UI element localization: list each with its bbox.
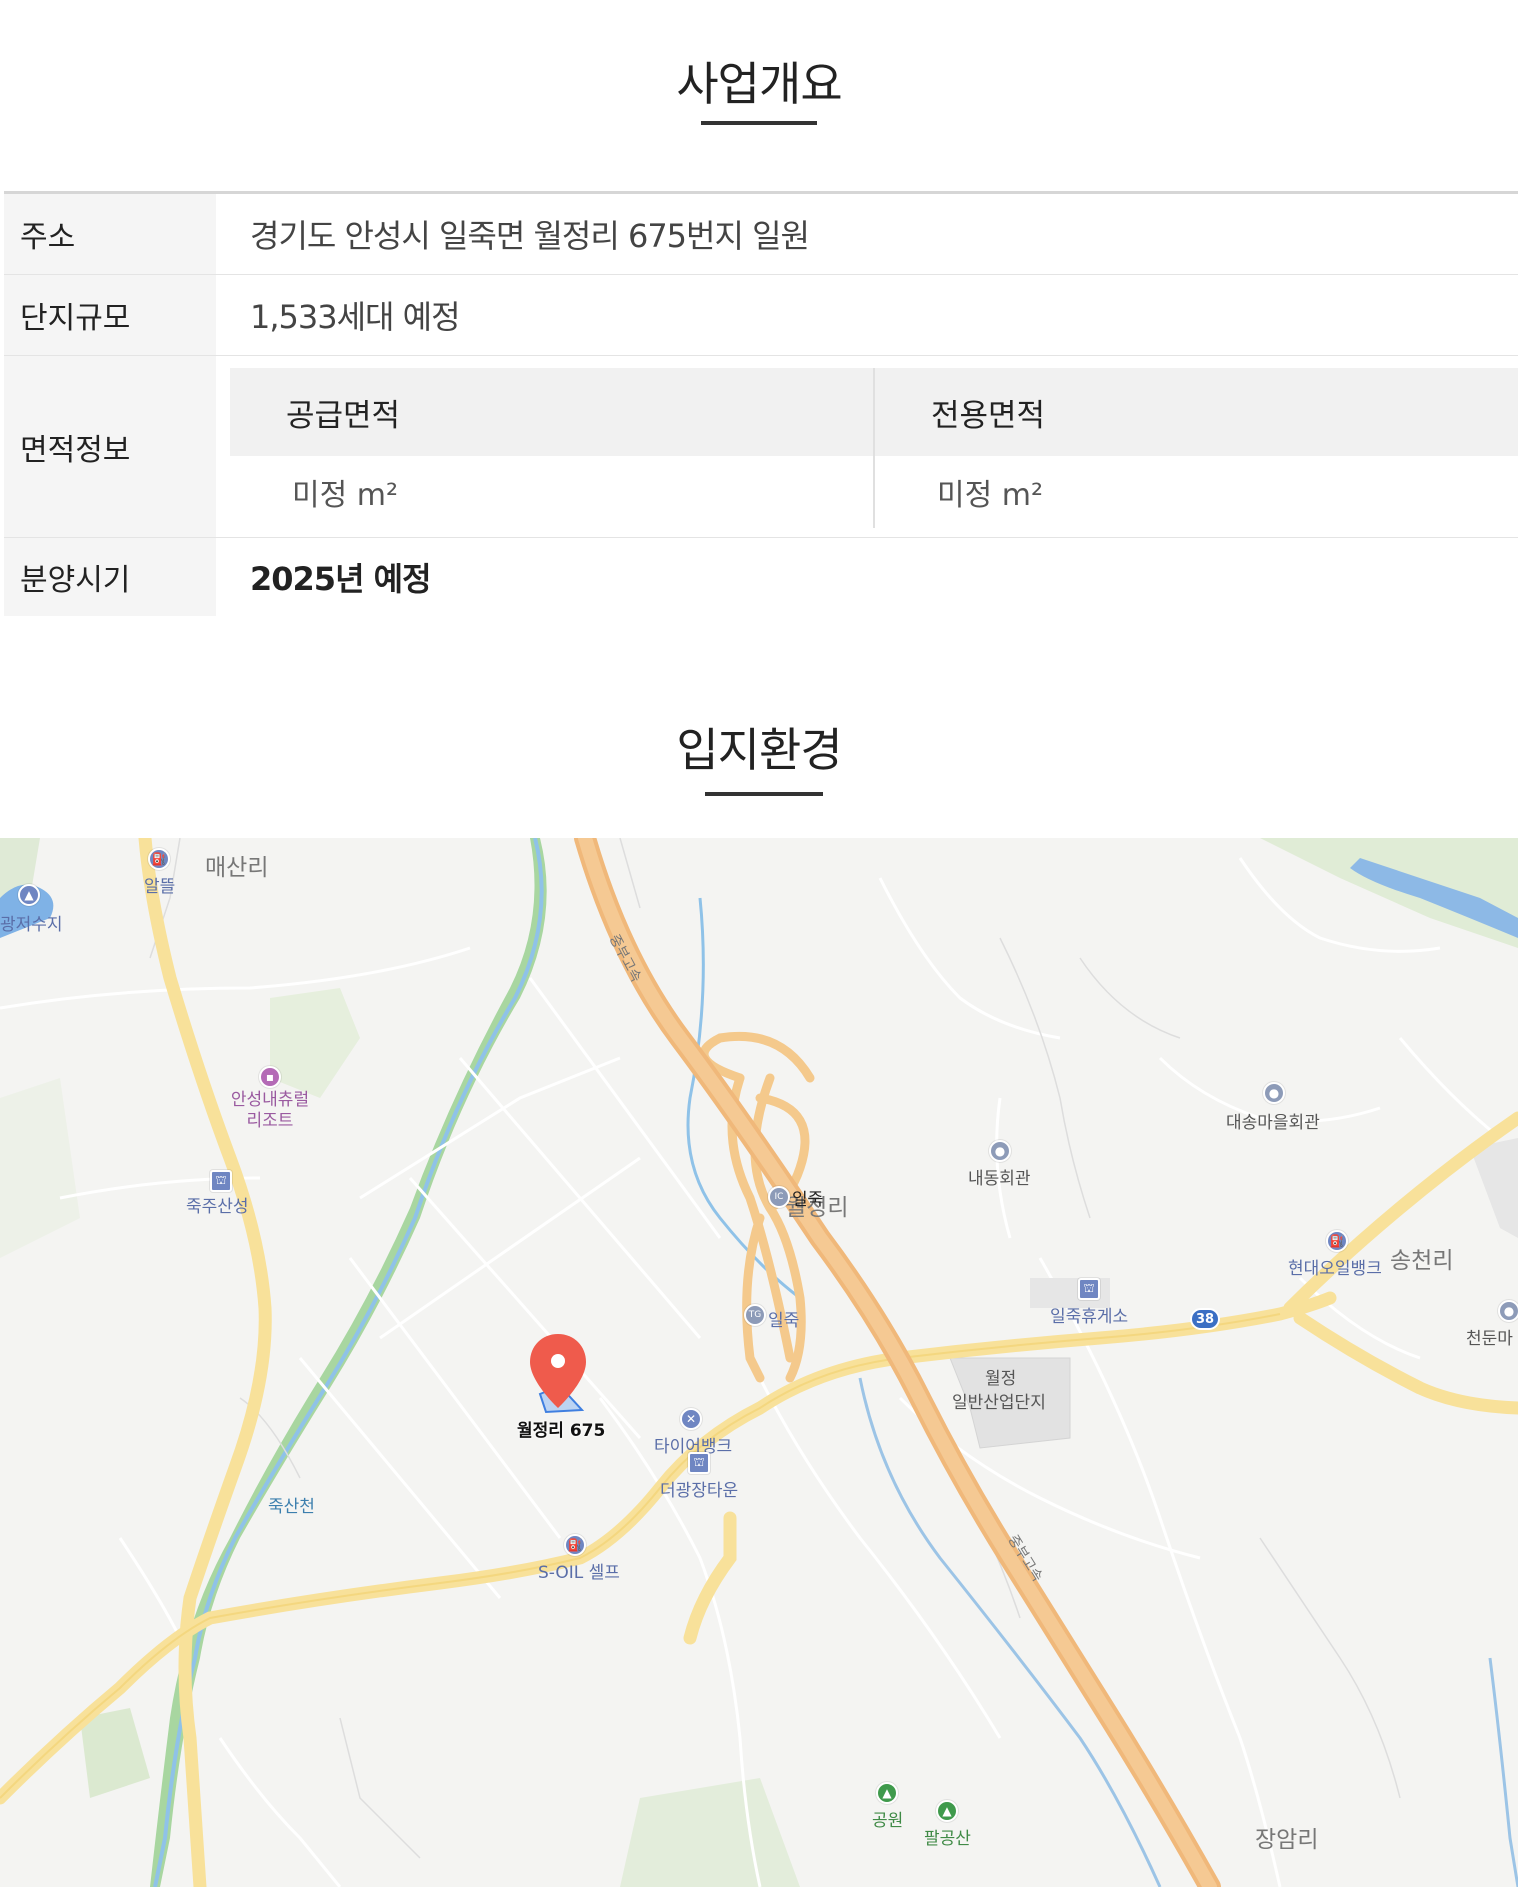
route-38-badge: 38 — [1190, 1308, 1220, 1330]
map-label-industrial-1: 월정 — [985, 1369, 1017, 1389]
soil-gas-icon: ⛽ — [564, 1534, 586, 1556]
map-label-gwangjang: 더광장타운 — [660, 1481, 739, 1501]
exclusive-area-header: 전용면적 — [875, 368, 1518, 456]
location-map[interactable]: 매산리 ⛽ 알뜰 ▲ 광저수지 ▪ 안성내츄럴 리조트 ⛫ 죽주산성 월정리 I… — [0, 838, 1518, 1887]
address-label: 주소 — [4, 194, 216, 274]
supply-area-value: 미정 m² — [292, 478, 398, 513]
ic-icon: IC — [768, 1186, 790, 1208]
tg-icon: TG — [744, 1304, 766, 1326]
scale-value: 1,533세대 예정 — [250, 298, 461, 336]
area-label: 면적정보 — [4, 356, 216, 537]
map-label-rest-area: 일죽휴게소 — [1050, 1307, 1129, 1327]
location-title-underline — [705, 792, 823, 796]
park-icon: ▲ — [876, 1782, 898, 1804]
exclusive-area-column: 전용면적 미정 m² — [873, 368, 1518, 528]
sale-label: 분양시기 — [4, 538, 216, 616]
scale-row: 단지규모 1,533세대 예정 — [4, 275, 1518, 356]
map-label-resort: 안성내츄럴 리조트 — [230, 1090, 310, 1131]
map-marker-label: 월정리 675 — [517, 1421, 606, 1441]
map-label-soil: S-OIL 셀프 — [538, 1563, 620, 1583]
rest-area-icon: ⛫ — [1078, 1278, 1100, 1300]
map-label-maesanri: 매산리 — [205, 855, 269, 881]
map-label-daesong: 대송마을회관 — [1226, 1113, 1320, 1133]
map-label-songcheonri: 송천리 — [1390, 1248, 1454, 1274]
historic-site-icon: ⛫ — [210, 1170, 232, 1192]
scale-label: 단지규모 — [4, 275, 216, 355]
map-label-cheondun: 천둔마 — [1466, 1329, 1513, 1349]
area-row: 면적정보 공급면적 미정 m² 전용면적 미정 m² — [4, 356, 1518, 538]
tire-shop-icon: ✕ — [680, 1408, 702, 1430]
reservoir-icon: ▲ — [18, 884, 40, 906]
map-label-reservoir: 광저수지 — [0, 915, 63, 935]
hall-icon: ● — [989, 1140, 1011, 1162]
map-label-industrial-2: 일반산업단지 — [952, 1393, 1046, 1413]
location-title: 입지환경 — [676, 723, 842, 777]
sale-value: 2025년 예정 — [250, 560, 432, 598]
village-icon: ● — [1498, 1300, 1518, 1322]
resort-icon: ▪ — [259, 1066, 281, 1088]
village-hall-icon: ● — [1263, 1082, 1285, 1104]
map-label-ic: 일죽 — [792, 1190, 824, 1210]
map-base — [0, 838, 1518, 1887]
exclusive-area-value: 미정 m² — [937, 478, 1043, 513]
map-label-jukjusanseong: 죽주산성 — [186, 1197, 249, 1217]
gas-station-icon: ⛽ — [148, 848, 170, 870]
overview-title: 사업개요 — [676, 57, 842, 111]
supply-area-column: 공급면적 미정 m² — [230, 368, 873, 528]
map-label-tg: 일죽 — [768, 1311, 800, 1331]
area-table: 공급면적 미정 m² 전용면적 미정 m² — [216, 356, 1518, 537]
map-label-altteul: 알뜰 — [144, 877, 176, 897]
map-label-juksancheon: 죽산천 — [268, 1497, 315, 1517]
oilbank-icon: ⛽ — [1326, 1230, 1348, 1252]
map-label-hyundai-oilbank: 현대오일뱅크 — [1288, 1259, 1382, 1279]
restaurant-icon: ⛫ — [688, 1452, 710, 1474]
overview-table: 주소 경기도 안성시 일죽면 월정리 675번지 일원 단지규모 1,533세대… — [4, 191, 1518, 616]
address-value: 경기도 안성시 일죽면 월정리 675번지 일원 — [250, 217, 810, 255]
map-label-naedong: 내동회관 — [968, 1169, 1031, 1189]
map-label-park: 공원 — [872, 1811, 904, 1831]
map-label-jangamri: 장암리 — [1255, 1827, 1319, 1853]
location-pin-icon[interactable] — [528, 1332, 588, 1410]
mountain-icon: ▲ — [936, 1800, 958, 1822]
supply-area-header: 공급면적 — [230, 368, 873, 456]
sale-row: 분양시기 2025년 예정 — [4, 538, 1518, 616]
address-row: 주소 경기도 안성시 일죽면 월정리 675번지 일원 — [4, 194, 1518, 275]
map-label-palgongsan: 팔공산 — [924, 1829, 971, 1849]
overview-title-underline — [701, 121, 817, 125]
